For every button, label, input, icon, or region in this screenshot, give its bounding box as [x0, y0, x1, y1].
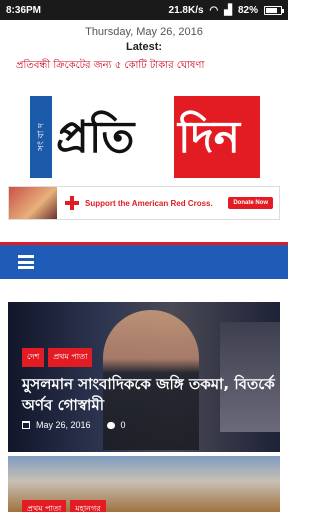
article-tags: দেশ প্রথম পাতা — [22, 348, 93, 367]
article-tags: প্রথম পাতা মহানগর — [22, 500, 106, 512]
network-speed: 21.8K/s — [168, 4, 204, 16]
top-info: Thursday, May 26, 2016 Latest: প্রতিবন্ধ… — [0, 22, 288, 75]
status-right: 21.8K/s ◠ ▟ 82% — [168, 4, 284, 16]
ad-photo — [9, 187, 57, 219]
battery-percent: 82% — [237, 4, 258, 16]
latest-label: Latest: — [125, 41, 163, 53]
ad-text: Support the American Red Cross. — [85, 198, 213, 208]
hamburger-icon[interactable] — [18, 255, 34, 269]
tag-category[interactable]: প্রথম পাতা — [22, 500, 67, 512]
wifi-icon: ◠ — [209, 4, 219, 16]
tag-category[interactable]: দেশ — [22, 348, 45, 367]
tag-category[interactable]: প্রথম পাতা — [48, 348, 93, 367]
red-cross-icon — [65, 196, 79, 210]
article-date: May 26, 2016 — [36, 420, 91, 430]
article-card[interactable]: দেশ প্রথম পাতা মুসলমান সাংবাদিককে জঙ্গি … — [8, 302, 280, 452]
nav-bar — [0, 245, 288, 279]
article-headline[interactable]: মুসলমান সাংবাদিককে জঙ্গি তকমা, বিতর্কে অ… — [22, 374, 276, 416]
ad-banner[interactable]: Support the American Red Cross. Donate N… — [8, 186, 280, 220]
logo-text-part2: দিন — [178, 112, 240, 163]
logo-side-text: সং বা দ — [30, 96, 52, 178]
calendar-icon — [22, 421, 30, 429]
current-date: Thursday, May 26, 2016 — [85, 26, 203, 38]
status-bar: 8:36PM 21.8K/s ◠ ▟ 82% — [0, 0, 288, 20]
latest-ticker-link[interactable]: প্রতিবন্ধী ক্রিকেটের জন্য ৫ কোটি টাকার ঘ… — [0, 58, 288, 75]
comment-icon — [106, 421, 115, 429]
comment-count: 0 — [120, 420, 126, 430]
site-logo[interactable]: সং বা দ প্রতি দিন — [30, 96, 260, 178]
battery-icon — [264, 5, 284, 15]
tag-category[interactable]: মহানগর — [70, 500, 106, 512]
article-card[interactable]: প্রথম পাতা মহানগর — [8, 456, 280, 512]
battery-fill — [266, 7, 278, 13]
signal-icon: ▟ — [224, 4, 232, 16]
article-meta: May 26, 2016 0 — [22, 420, 126, 430]
donate-button[interactable]: Donate Now — [228, 197, 273, 209]
status-time: 8:36PM — [6, 4, 42, 16]
logo-text-part1: প্রতি — [56, 112, 135, 163]
